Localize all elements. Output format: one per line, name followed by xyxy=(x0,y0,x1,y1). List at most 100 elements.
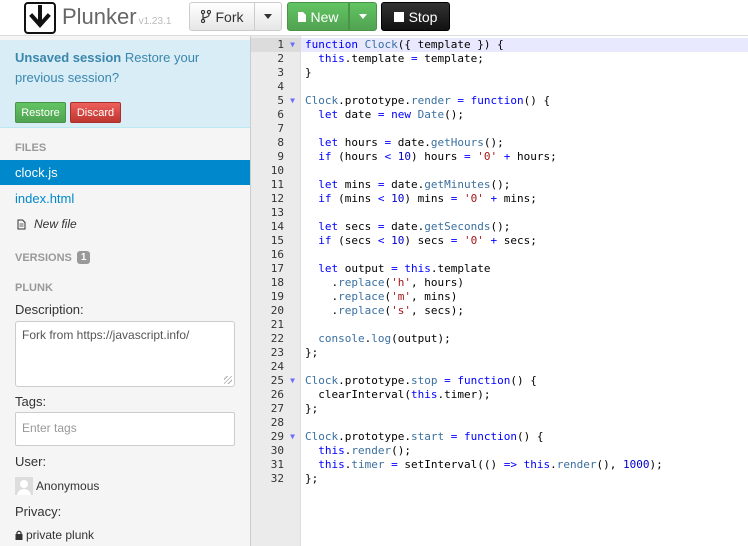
code-line[interactable]: 14 let secs = date.getSeconds(); xyxy=(251,220,663,234)
code-line[interactable]: 7 xyxy=(251,122,663,136)
file-item-index-html[interactable]: index.html xyxy=(0,186,250,211)
description-label: Description: xyxy=(15,302,84,317)
stop-button[interactable]: Stop xyxy=(381,2,450,31)
code-editor[interactable]: 1 ▼ function Clock({ template }) {2 this.t… xyxy=(251,36,748,546)
file-icon xyxy=(298,11,307,22)
code-line[interactable]: 12 if (mins < 10) mins = '0' + mins; xyxy=(251,192,663,206)
versions-heading: VERSIONS 1 xyxy=(15,251,91,264)
code-text: if (mins < 10) mins = '0' + mins; xyxy=(318,192,537,205)
versions-count-badge: 1 xyxy=(76,251,91,264)
resize-grip-icon[interactable] xyxy=(224,376,232,384)
new-dropdown-button[interactable] xyxy=(349,2,377,31)
code-line[interactable]: 29 ▼ Clock.prototype.start = function() { xyxy=(251,430,663,444)
code-line[interactable]: 9 if (hours < 10) hours = '0' + hours; xyxy=(251,150,663,164)
code-line[interactable]: 19 .replace('m', mins) xyxy=(251,290,663,304)
code-line[interactable]: 18 .replace('h', hours) xyxy=(251,276,663,290)
new-file-label: New file xyxy=(34,217,77,231)
code-line[interactable]: 32}; xyxy=(251,472,663,486)
code-line[interactable]: 1 ▼ function Clock({ template }) { xyxy=(251,38,663,52)
code-line[interactable]: 24 xyxy=(251,360,663,374)
code-line[interactable]: 15 if (secs < 10) secs = '0' + secs; xyxy=(251,234,663,248)
line-number: 14 xyxy=(270,220,284,233)
line-number: 21 xyxy=(270,318,284,331)
discard-button[interactable]: Discard xyxy=(70,102,121,123)
code-line[interactable]: 8 let hours = date.getHours(); xyxy=(251,136,663,150)
line-number: 20 xyxy=(270,304,284,317)
fold-toggle-icon[interactable]: ▼ xyxy=(288,374,297,388)
code-text: Clock.prototype.stop = function() { xyxy=(305,374,537,387)
fold-toggle-icon[interactable]: ▼ xyxy=(288,430,297,444)
code-line[interactable]: 31 this.timer = setInterval(() => this.r… xyxy=(251,458,663,472)
code-line[interactable]: 22 console.log(output); xyxy=(251,332,663,346)
line-number: 1 xyxy=(277,38,284,51)
code-line[interactable]: 2 this.template = template; xyxy=(251,52,663,66)
code-line[interactable]: 17 let output = this.template xyxy=(251,262,663,276)
fork-dropdown-button[interactable] xyxy=(254,2,282,31)
privacy-toggle[interactable]: private plunk xyxy=(15,528,94,542)
new-file-button[interactable]: New file xyxy=(17,217,77,231)
code-line[interactable]: 25 ▼ Clock.prototype.stop = function() { xyxy=(251,374,663,388)
description-textarea[interactable]: Fork from https://javascript.info/ xyxy=(15,321,235,387)
code-line[interactable]: 16 xyxy=(251,248,663,262)
code-line[interactable]: 5 ▼ Clock.prototype.render = function() { xyxy=(251,94,663,108)
brand-name[interactable]: Plunker v1.23.1 xyxy=(62,4,171,30)
line-number: 23 xyxy=(270,346,284,359)
stop-label: Stop xyxy=(408,8,438,25)
fold-toggle-icon[interactable]: ▼ xyxy=(288,38,297,52)
code-line[interactable]: 28 xyxy=(251,416,663,430)
code-text: this.render(); xyxy=(318,444,411,457)
line-number: 26 xyxy=(270,388,284,401)
new-button[interactable]: New xyxy=(287,2,349,31)
line-number: 12 xyxy=(270,192,284,205)
code-text: function Clock({ template }) { xyxy=(305,38,504,51)
line-number: 22 xyxy=(270,332,284,345)
code-line[interactable]: 13 xyxy=(251,206,663,220)
code-line[interactable]: 6 let date = new Date(); xyxy=(251,108,663,122)
line-number: 27 xyxy=(270,402,284,415)
code-line[interactable]: 27}; xyxy=(251,402,663,416)
code-text: .replace('m', mins) xyxy=(305,290,458,303)
code-line[interactable]: 4 xyxy=(251,80,663,94)
code-line[interactable]: 30 this.render(); xyxy=(251,444,663,458)
tags-input[interactable]: Enter tags xyxy=(15,412,235,446)
code-line[interactable]: 23}; xyxy=(251,346,663,360)
plunker-logo-icon[interactable] xyxy=(24,2,56,34)
user-info: Anonymous xyxy=(15,477,99,495)
code-text: let output = this.template xyxy=(318,262,491,275)
code-line[interactable]: 20 .replace('s', secs); xyxy=(251,304,663,318)
brand-text: Plunker xyxy=(62,4,137,29)
code-lines: 1 ▼ function Clock({ template }) {2 this.t… xyxy=(251,38,663,486)
code-line[interactable]: 26 clearInterval(this.timer); xyxy=(251,388,663,402)
code-line[interactable]: 10 xyxy=(251,164,663,178)
fold-toggle-icon[interactable]: ▼ xyxy=(288,94,297,108)
code-line[interactable]: 21 xyxy=(251,318,663,332)
chevron-down-icon xyxy=(359,14,367,19)
line-number: 31 xyxy=(270,458,284,471)
fork-button[interactable]: Fork xyxy=(189,2,255,31)
code-text: }; xyxy=(305,402,319,415)
code-line[interactable]: 11 let mins = date.getMinutes(); xyxy=(251,178,663,192)
sidebar: Unsaved session Restore your previous se… xyxy=(0,36,251,546)
restore-button[interactable]: Restore xyxy=(15,102,66,123)
code-line[interactable]: 3} xyxy=(251,66,663,80)
line-number: 30 xyxy=(270,444,284,457)
file-item-clock-js[interactable]: clock.js xyxy=(0,160,250,185)
line-number: 29 xyxy=(270,430,284,443)
